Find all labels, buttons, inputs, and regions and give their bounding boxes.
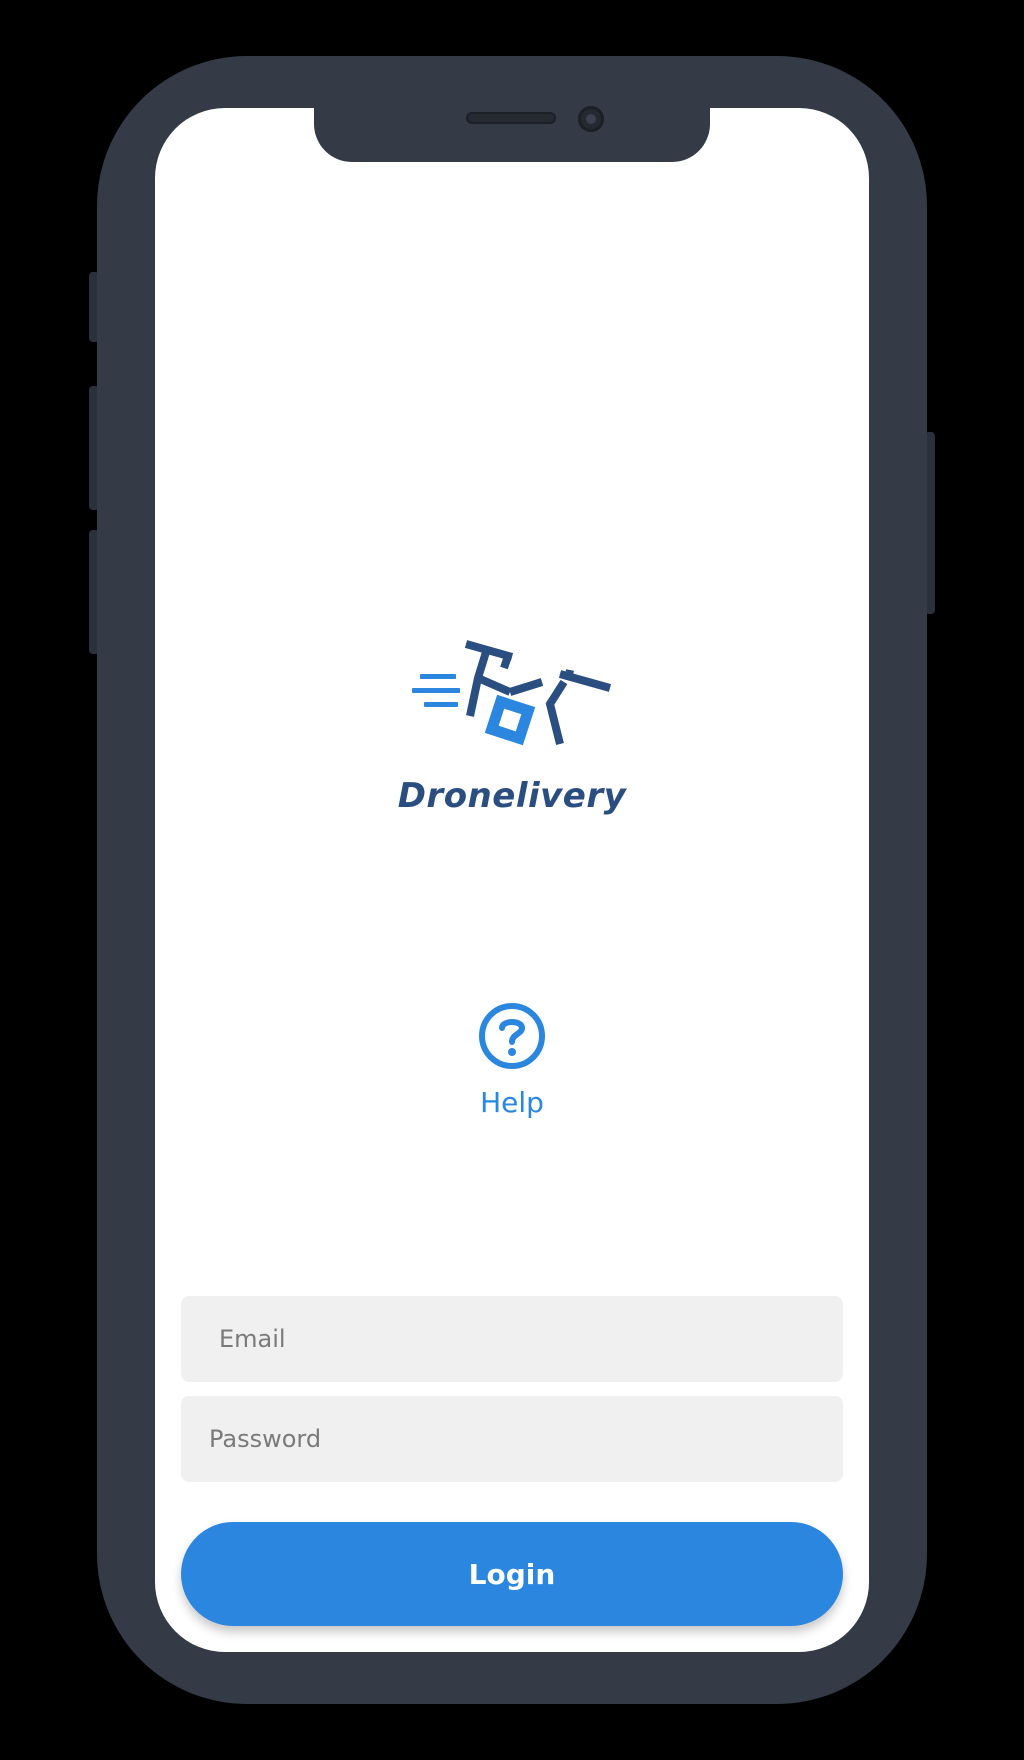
front-camera	[578, 106, 604, 132]
login-button[interactable]: Login	[181, 1522, 843, 1626]
help-label: Help	[480, 1086, 544, 1119]
question-circle-icon	[479, 1003, 545, 1069]
stage: Dronelivery Help Login	[0, 0, 1024, 1760]
email-field[interactable]	[181, 1296, 843, 1382]
brand-name: Dronelivery	[397, 776, 627, 816]
password-field[interactable]	[181, 1396, 843, 1482]
help-button[interactable]: Help	[462, 1002, 562, 1132]
earpiece-speaker	[466, 112, 556, 124]
drone-delivery-icon	[412, 640, 612, 746]
